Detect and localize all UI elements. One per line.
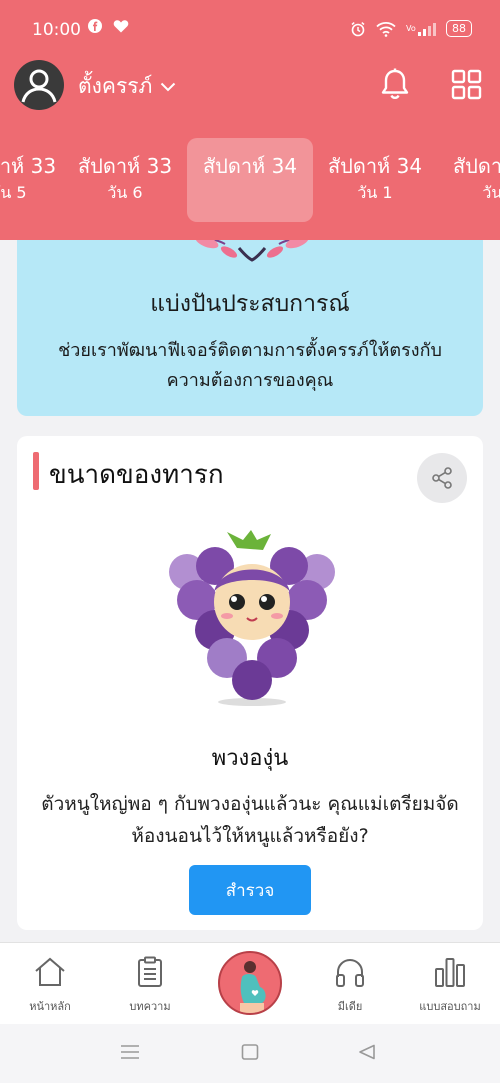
- baby-size-card: ขนาดของทารก พวงองุ่น ตัวหนูใหญ่พอ ๆ กับพ…: [17, 436, 483, 930]
- nav-home[interactable]: หน้าหลัก: [0, 943, 100, 1025]
- share-icon: [432, 467, 452, 489]
- baby-size-description: ตัวหนูใหญ่พอ ๆ กับพวงองุ่นแล้วนะ คุณแม่เ…: [41, 793, 459, 847]
- status-right: Vo 88: [350, 20, 472, 37]
- day-label: วัน 1: [357, 183, 393, 202]
- share-button[interactable]: [417, 453, 467, 503]
- account-label: ตั้งครรภ์: [78, 74, 153, 98]
- alarm-icon: [351, 21, 365, 36]
- share-experience-title: แบ่งปันประสบการณ์: [150, 291, 350, 317]
- status-bar: 10:00 Vo 88: [0, 0, 500, 60]
- week-label: สัปดาห์ 34: [327, 154, 423, 178]
- account-switcher[interactable]: ตั้งครรภ์: [78, 70, 176, 103]
- week-label: สัปดาห์ 33: [77, 154, 173, 178]
- home-icon: [35, 957, 65, 986]
- back-triangle-icon[interactable]: [358, 1044, 376, 1060]
- day-label: วัน 6: [107, 183, 143, 202]
- explore-button[interactable]: สำรวจ: [189, 865, 311, 915]
- status-time: 10:00: [32, 20, 81, 40]
- nav-label: หน้าหลัก: [29, 1000, 71, 1013]
- baby-size-title: ขนาดของทารก: [49, 460, 224, 490]
- facebook-icon: [88, 19, 102, 33]
- bar-chart-icon: [435, 958, 465, 987]
- avatar[interactable]: [14, 60, 64, 110]
- share-experience-description: ช่วยเราพัฒนาฟีเจอร์ติดตามการตั้งครรภ์ให้…: [58, 340, 442, 391]
- nav-label: แบบสอบถาม: [419, 1000, 481, 1013]
- nav-media[interactable]: มีเดีย: [300, 943, 400, 1025]
- user-icon: [21, 69, 57, 103]
- system-navigation-bar: [0, 1024, 500, 1083]
- section-accent-bar: [33, 452, 39, 490]
- week-item[interactable]: สัปดาห์ 34 วัน 2: [437, 138, 500, 222]
- svg-text:Vo: Vo: [406, 24, 416, 33]
- signal-icon: Vo: [406, 22, 436, 36]
- nav-survey[interactable]: แบบสอบถาม: [400, 943, 500, 1025]
- wifi-icon: [376, 21, 396, 37]
- headphones-icon: [336, 959, 364, 987]
- chevron-down-icon: [161, 82, 176, 91]
- week-label: สัปดาห์ 34: [202, 154, 298, 178]
- day-label: วัน 2: [482, 183, 500, 202]
- pregnant-mother-icon: [240, 961, 266, 1013]
- app-bar: ตั้งครรภ์: [0, 58, 500, 114]
- app-header: 10:00 Vo 88 ตั้งครรภ์ สัปดาห์ 33 วัน 5 ส…: [0, 0, 500, 240]
- battery-indicator: 88: [446, 20, 472, 37]
- apps-grid-icon[interactable]: [450, 68, 484, 102]
- nav-label: มีเดีย: [337, 1000, 363, 1013]
- menu-icon[interactable]: [120, 1044, 140, 1060]
- week-item[interactable]: สัปดาห์ 34 วัน 1: [312, 138, 438, 222]
- nav-pregnancy[interactable]: [218, 951, 282, 1015]
- bottom-navigation: หน้าหลัก บทความ มีเดีย แบบสอบถาม: [0, 942, 500, 1024]
- fruit-name: พวงองุ่น: [211, 746, 289, 771]
- nav-label: บทความ: [129, 1000, 171, 1013]
- nav-articles[interactable]: บทความ: [100, 943, 200, 1025]
- heart-icon: [113, 20, 129, 33]
- week-label: สัปดาห์ 34: [452, 154, 500, 178]
- grape-bunch-illustration: [169, 530, 335, 706]
- week-item[interactable]: สัปดาห์ 33 วัน 6: [62, 138, 188, 222]
- notification-icons: [88, 19, 129, 37]
- week-item-selected[interactable]: สัปดาห์ 34: [187, 138, 313, 222]
- share-experience-card[interactable]: แบ่งปันประสบการณ์ ช่วยเราพัฒนาฟีเจอร์ติด…: [17, 218, 483, 416]
- bell-icon[interactable]: [377, 66, 413, 102]
- clipboard-icon: [138, 956, 162, 987]
- home-square-icon[interactable]: [241, 1044, 259, 1060]
- week-selector[interactable]: สัปดาห์ 33 วัน 5 สัปดาห์ 33 วัน 6 สัปดาห…: [0, 138, 500, 222]
